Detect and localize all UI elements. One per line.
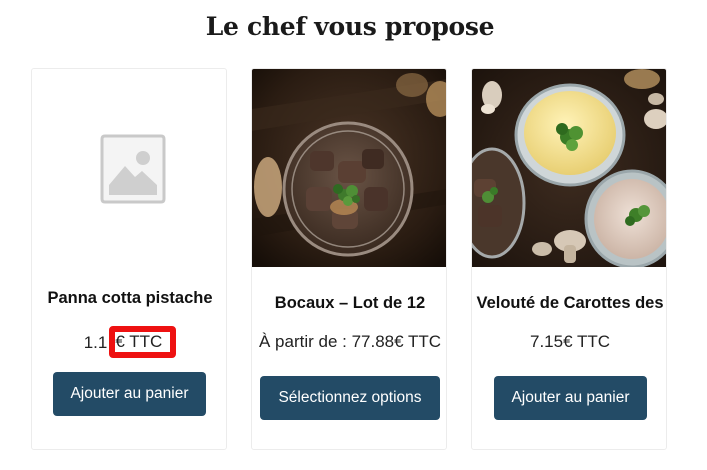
product-card: Panna cotta pistache 1.1 € TTC Ajouter au… <box>31 68 227 450</box>
add-to-cart-button[interactable]: Ajouter au panier <box>494 376 647 420</box>
section-title: Le chef vous propose <box>205 12 495 41</box>
product-card: Velouté de Carottes des 7.15€ TTC Ajoute… <box>471 68 667 450</box>
select-options-button[interactable]: Sélectionnez options <box>260 376 440 420</box>
jar-of-meat-photo <box>252 69 446 267</box>
product-image-link[interactable] <box>32 69 226 267</box>
product-price: 7.15€ TTC <box>529 332 610 351</box>
product-title[interactable]: Panna cotta pistache <box>32 289 226 308</box>
add-to-cart-button[interactable]: Ajouter au panier <box>53 372 206 416</box>
product-card: Bocaux – Lot de 12 À partir de : 77.88€ … <box>251 68 447 450</box>
price-amount: 1.1 <box>83 333 108 352</box>
bowls-of-food-photo <box>472 69 666 267</box>
product-title[interactable]: Velouté de Carottes des <box>472 294 666 313</box>
product-image-link[interactable] <box>472 69 666 267</box>
product-image-link[interactable] <box>252 69 446 267</box>
product-title[interactable]: Bocaux – Lot de 12 <box>252 294 446 313</box>
price-highlight-box: € TTC <box>109 326 177 358</box>
product-price: À partir de : 77.88€ TTC <box>258 332 442 351</box>
product-price: 1.1 € TTC <box>32 326 226 359</box>
placeholder-image-icon <box>100 134 166 204</box>
